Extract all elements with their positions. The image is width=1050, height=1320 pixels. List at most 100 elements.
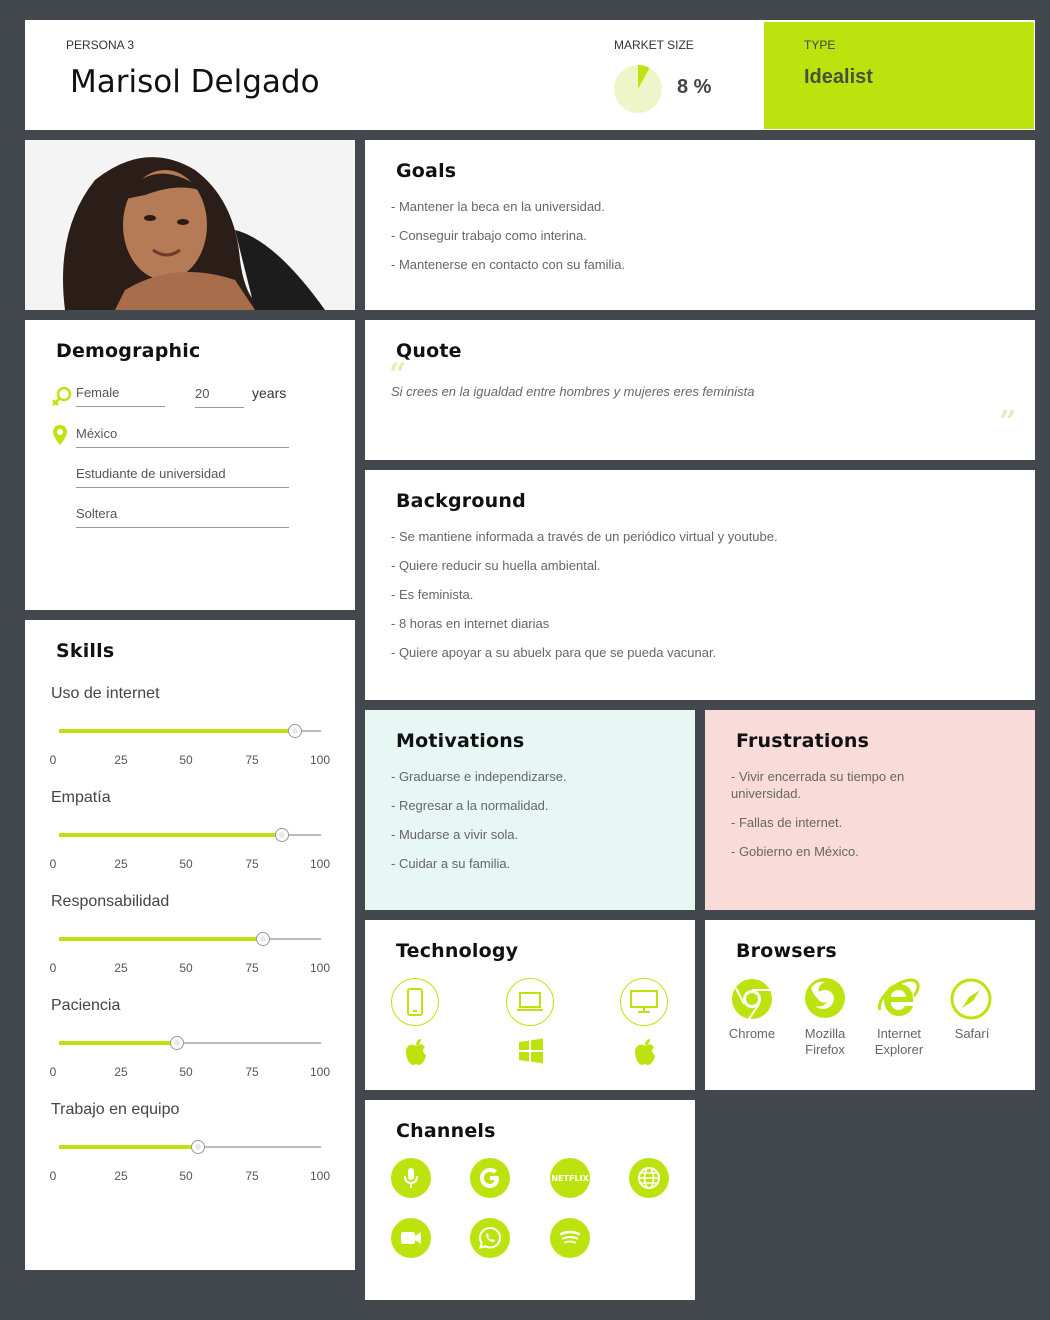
- location-pin-icon: [53, 425, 67, 445]
- location-field: México: [76, 426, 289, 448]
- age-field: 20: [195, 386, 244, 408]
- skill-slider-track[interactable]: [59, 828, 321, 842]
- market-size-label: MARKET SIZE: [614, 38, 694, 52]
- apple-icon: [635, 1039, 655, 1065]
- skill-slider-track[interactable]: [59, 724, 321, 738]
- skill-name: Trabajo en equipo: [51, 1101, 180, 1118]
- browser-label-ie: Internet Explorer: [874, 1026, 924, 1057]
- skill-scale-tick: 25: [114, 1169, 128, 1183]
- skill-scale-tick: 50: [179, 753, 193, 767]
- channels-card: Channels NETFLIX: [365, 1100, 695, 1300]
- motivations-card: Motivations - Graduarse e independizarse…: [365, 710, 695, 910]
- skill-scale-tick: 100: [309, 1065, 331, 1079]
- skill-slider-handle[interactable]: [287, 724, 302, 738]
- motivation-item: - Cuidar a su familia.: [391, 856, 511, 871]
- safari-icon[interactable]: [950, 978, 992, 1020]
- skill-scale-tick: 0: [49, 1169, 57, 1183]
- skill-slider-handle[interactable]: [190, 1140, 205, 1154]
- skill-scale-tick: 75: [245, 857, 259, 871]
- technology-card: Technology: [365, 920, 695, 1090]
- skill-scale-tick: 25: [114, 753, 128, 767]
- skill-slider-fill: [59, 833, 282, 837]
- goal-item: - Conseguir trabajo como interina.: [391, 228, 587, 243]
- skill-scale-tick: 0: [49, 753, 57, 767]
- browser-label-safari: Safarí: [954, 1026, 990, 1041]
- frustrations-card: Frustrations - Vivir encerrada su tiempo…: [705, 710, 1035, 910]
- background-item: - Quiere apoyar a su abuelx para que se …: [391, 645, 717, 660]
- channels-title: Channels: [396, 1120, 496, 1142]
- skill-name: Empatía: [51, 789, 111, 806]
- skill-scale-tick: 25: [114, 961, 128, 975]
- desktop-icon: [620, 978, 668, 1026]
- background-item: - Se mantiene informada a través de un p…: [391, 529, 778, 544]
- background-item: - Quiere reducir su huella ambiental.: [391, 558, 601, 573]
- quote-text: Si crees en la igualdad entre hombres y …: [391, 384, 755, 399]
- skill-slider-track[interactable]: [59, 1140, 321, 1154]
- motivation-item: - Mudarse a vivir sola.: [391, 827, 519, 842]
- skill-scale-tick: 0: [49, 857, 57, 871]
- video-camera-icon[interactable]: [391, 1218, 431, 1258]
- skill-scale-tick: 100: [309, 753, 331, 767]
- market-size-value: 8 %: [677, 76, 712, 98]
- persona-number: PERSONA 3: [66, 38, 135, 52]
- motivation-item: - Graduarse e independizarse.: [391, 769, 567, 784]
- windows-icon: [519, 1038, 543, 1064]
- skill-scale-tick: 75: [245, 753, 259, 767]
- internet-explorer-icon[interactable]: [876, 976, 922, 1022]
- skill-slider-handle[interactable]: [274, 828, 289, 842]
- technology-title: Technology: [396, 940, 519, 962]
- netflix-icon[interactable]: NETFLIX: [550, 1158, 590, 1198]
- type-panel: TYPE Idealist: [764, 22, 1034, 129]
- skill-scale-tick: 100: [309, 857, 331, 871]
- gender-field: Female: [76, 385, 165, 407]
- frustrations-title: Frustrations: [736, 730, 870, 752]
- firefox-icon[interactable]: [803, 976, 847, 1020]
- microphone-icon[interactable]: [391, 1158, 431, 1198]
- spotify-icon[interactable]: [550, 1218, 590, 1258]
- google-icon[interactable]: [470, 1158, 510, 1198]
- skills-title: Skills: [56, 640, 115, 662]
- skill-scale-tick: 100: [309, 1169, 331, 1183]
- skill-slider-handle[interactable]: [256, 932, 271, 946]
- chrome-icon[interactable]: [731, 978, 773, 1020]
- frustration-item: - Gobierno en México.: [731, 844, 859, 859]
- frustration-item: - Vivir encerrada su tiempo en universid…: [731, 769, 905, 801]
- browsers-card: Browsers Chrome Mozilla Firefox Internet E…: [705, 920, 1035, 1090]
- skill-scale-tick: 0: [49, 1065, 57, 1079]
- skill-slider-handle[interactable]: [169, 1036, 184, 1050]
- skill-name: Responsabilidad: [51, 893, 170, 910]
- skill-name: Paciencia: [51, 997, 121, 1014]
- status-field: Soltera: [76, 506, 289, 528]
- background-item: - Es feminista.: [391, 587, 474, 602]
- motivation-item: - Regresar a la normalidad.: [391, 798, 549, 813]
- skill-scale-tick: 50: [179, 961, 193, 975]
- close-quote-icon: ”: [999, 405, 1017, 440]
- demographic-card: Demographic Female 20 years México Estud…: [25, 320, 355, 610]
- goal-item: - Mantener la beca en la universidad.: [391, 199, 605, 214]
- apple-icon: [406, 1039, 426, 1065]
- gender-icon: [52, 386, 72, 406]
- skill-slider-track[interactable]: [59, 1036, 321, 1050]
- type-value: Idealist: [804, 66, 873, 88]
- browsers-title: Browsers: [736, 940, 837, 962]
- skill-scale-tick: 75: [245, 1169, 259, 1183]
- skill-scale-tick: 50: [179, 1169, 193, 1183]
- background-card: Background - Se mantiene informada a tra…: [365, 470, 1035, 700]
- quote-card: Quote “ Si crees en la igualdad entre ho…: [365, 320, 1035, 460]
- demographic-title: Demographic: [56, 340, 201, 362]
- whatsapp-icon[interactable]: [470, 1218, 510, 1258]
- occupation-field: Estudiante de universidad: [76, 466, 289, 488]
- skill-scale-tick: 50: [179, 857, 193, 871]
- browser-label-chrome: Chrome: [728, 1026, 776, 1041]
- goals-title: Goals: [396, 160, 457, 182]
- globe-icon[interactable]: [629, 1158, 669, 1198]
- persona-name: Marisol Delgado: [70, 64, 320, 100]
- type-label: TYPE: [804, 38, 836, 52]
- age-unit: years: [252, 385, 287, 401]
- goals-card: Goals - Mantener la beca en la universid…: [365, 140, 1035, 310]
- skill-slider-fill: [59, 729, 295, 733]
- persona-photo: [25, 140, 355, 310]
- frustration-item: - Fallas de internet.: [731, 815, 843, 830]
- skill-slider-track[interactable]: [59, 932, 321, 946]
- skill-slider-fill: [59, 937, 264, 941]
